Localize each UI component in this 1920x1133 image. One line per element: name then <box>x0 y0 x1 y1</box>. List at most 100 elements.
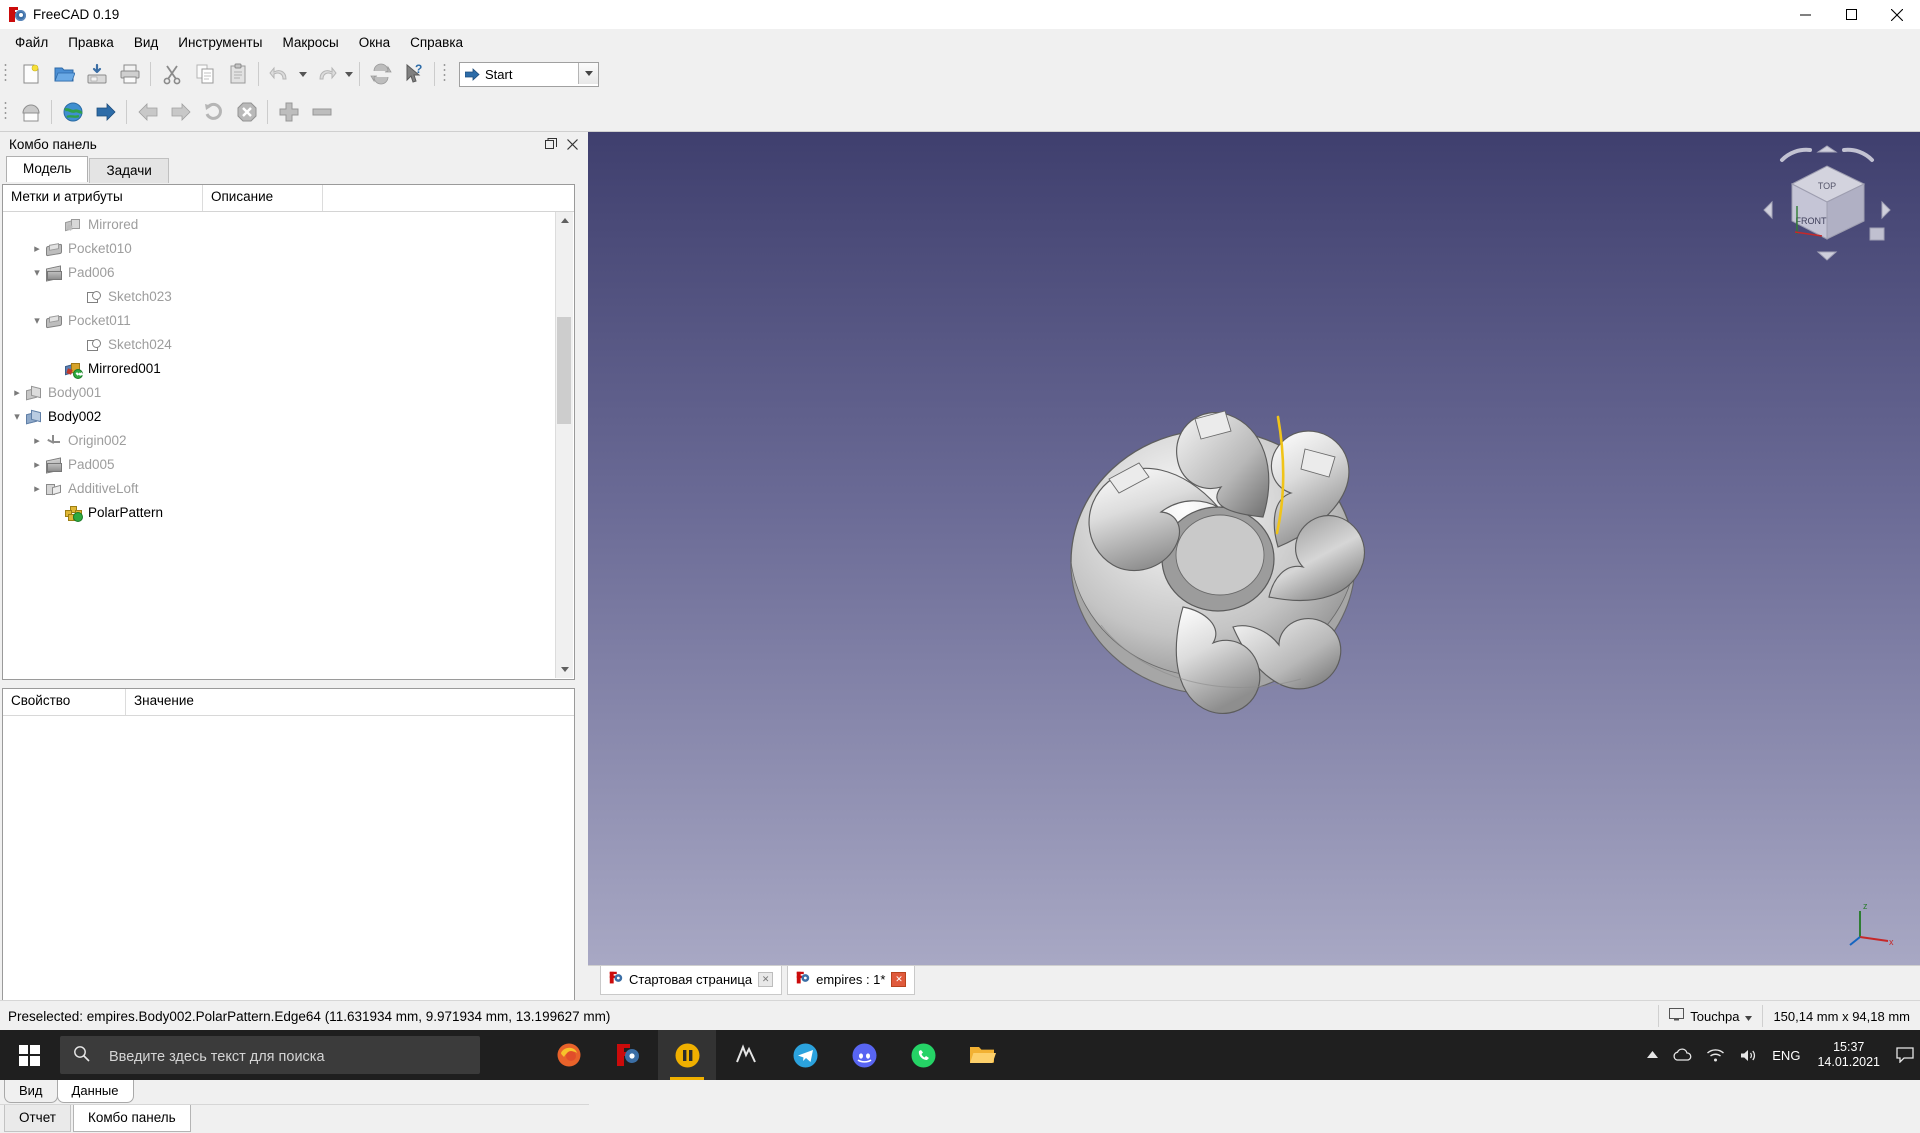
zoom-out-button[interactable] <box>305 96 338 129</box>
doc-tab-empires[interactable]: empires : 1* ✕ <box>787 966 916 995</box>
close-icon[interactable] <box>566 138 579 151</box>
tree-scrollbar[interactable] <box>555 212 573 678</box>
tab-view[interactable]: Вид <box>4 1080 58 1103</box>
telegram-taskbar-icon[interactable] <box>776 1030 834 1080</box>
navigation-cube[interactable]: TOP FRONT <box>1752 144 1902 274</box>
restore-window-icon[interactable] <box>544 138 557 151</box>
redo-button[interactable] <box>309 58 342 91</box>
tree-item-pocket011[interactable]: ▾ Pocket011 <box>3 308 574 332</box>
open-document-button[interactable] <box>47 58 80 91</box>
menu-windows[interactable]: Окна <box>349 32 400 53</box>
chevron-right-icon[interactable]: ▸ <box>29 428 45 452</box>
start-workbench-button[interactable] <box>14 96 47 129</box>
tree-expander-placeholder <box>49 356 65 380</box>
close-icon[interactable]: ✕ <box>891 972 907 987</box>
reload-button[interactable] <box>197 96 230 129</box>
firefox-taskbar-icon[interactable] <box>540 1030 598 1080</box>
property-column-name: Свойство <box>3 689 126 715</box>
wifi-icon[interactable] <box>1699 1048 1732 1063</box>
paste-button[interactable] <box>221 58 254 91</box>
close-icon[interactable]: ✕ <box>758 972 774 987</box>
scrollbar-thumb[interactable] <box>557 317 571 424</box>
tab-tasks[interactable]: Задачи <box>89 158 169 183</box>
discord-taskbar-icon[interactable] <box>835 1030 893 1080</box>
language-indicator[interactable]: ENG <box>1765 1048 1807 1063</box>
back-button[interactable] <box>131 96 164 129</box>
menu-file[interactable]: Файл <box>5 32 58 53</box>
workbench-toolbar-grip[interactable] <box>443 63 450 85</box>
chevron-down-icon[interactable]: ▾ <box>9 404 25 428</box>
freecad-taskbar-icon[interactable] <box>599 1030 657 1080</box>
speaker-icon[interactable] <box>1732 1048 1765 1063</box>
web-browser-button[interactable] <box>56 96 89 129</box>
new-document-button[interactable] <box>14 58 47 91</box>
toolbar-grip[interactable] <box>4 101 11 123</box>
tree-item-sketch023[interactable]: Sketch023 <box>3 284 574 308</box>
menu-tools[interactable]: Инструменты <box>168 32 272 53</box>
tree-item-body002[interactable]: ▾ Body002 <box>3 404 574 428</box>
tree-item-label: Mirrored001 <box>88 360 161 376</box>
chevron-right-icon[interactable]: ▸ <box>29 452 45 476</box>
taskbar-search-input[interactable]: Введите здесь текст для поиска <box>60 1036 480 1074</box>
scroll-up-arrow[interactable] <box>556 212 573 229</box>
workbench-selector[interactable]: Start <box>459 61 599 87</box>
undo-dropdown-arrow[interactable] <box>296 59 309 90</box>
cut-button[interactable] <box>155 58 188 91</box>
doc-tab-start-page[interactable]: Стартовая страница ✕ <box>600 966 783 995</box>
tree-item-pad005[interactable]: ▸ Pad005 <box>3 452 574 476</box>
menu-help[interactable]: Справка <box>400 32 473 53</box>
media-taskbar-icon[interactable] <box>658 1030 716 1080</box>
minimize-button[interactable] <box>1782 0 1828 29</box>
model-tree[interactable]: Метки и атрибуты Описание Mirrored ▸ Pocke… <box>2 184 575 680</box>
chevron-down-icon[interactable] <box>1745 1009 1753 1024</box>
chevron-right-icon[interactable]: ▸ <box>9 380 25 404</box>
windows-start-icon[interactable] <box>0 1030 58 1080</box>
whatsapp-taskbar-icon[interactable] <box>894 1030 952 1080</box>
chevron-up-icon[interactable] <box>1640 1051 1665 1059</box>
zoom-in-button[interactable] <box>272 96 305 129</box>
whats-this-button[interactable]: ? <box>397 58 430 91</box>
scroll-down-arrow[interactable] <box>556 661 573 678</box>
copy-button[interactable] <box>188 58 221 91</box>
tab-model[interactable]: Модель <box>6 156 89 182</box>
menu-edit[interactable]: Правка <box>58 32 124 53</box>
chevron-down-icon[interactable]: ▾ <box>29 308 45 332</box>
save-document-button[interactable] <box>80 58 113 91</box>
tab-data[interactable]: Данные <box>56 1080 134 1103</box>
tree-item-sketch024[interactable]: Sketch024 <box>3 332 574 356</box>
tree-item-pad006[interactable]: ▾ Pad006 <box>3 260 574 284</box>
file-explorer-taskbar-icon[interactable] <box>953 1030 1011 1080</box>
toolbar-grip[interactable] <box>4 63 11 85</box>
tree-item-pocket010[interactable]: ▸ Pocket010 <box>3 236 574 260</box>
cloud-icon[interactable] <box>1665 1047 1699 1063</box>
speech-bubble-icon[interactable] <box>1890 1030 1920 1080</box>
stop-loading-button[interactable] <box>230 96 263 129</box>
menu-macros[interactable]: Макросы <box>272 32 348 53</box>
close-button[interactable] <box>1874 0 1920 29</box>
mixer-taskbar-icon[interactable] <box>717 1030 775 1080</box>
navigation-style-selector[interactable]: Touchpa <box>1658 1005 1762 1027</box>
refresh-button[interactable] <box>364 58 397 91</box>
chevron-down-icon[interactable]: ▾ <box>29 260 45 284</box>
tab-combo-panel[interactable]: Комбо панель <box>72 1105 191 1132</box>
forward-button[interactable] <box>164 96 197 129</box>
navigate-button[interactable] <box>89 96 122 129</box>
tree-item-mirrored[interactable]: Mirrored <box>3 212 574 236</box>
tab-report[interactable]: Отчет <box>4 1105 71 1132</box>
tree-item-origin002[interactable]: ▸ Origin002 <box>3 428 574 452</box>
taskbar-clock[interactable]: 15:37 14.01.2021 <box>1807 1040 1890 1070</box>
chevron-down-icon[interactable] <box>578 62 598 84</box>
undo-button[interactable] <box>263 58 296 91</box>
chevron-right-icon[interactable]: ▸ <box>29 476 45 500</box>
3d-model-impeller[interactable] <box>588 132 1920 965</box>
redo-dropdown-arrow[interactable] <box>342 59 355 90</box>
3d-viewport[interactable]: TOP FRONT z x <box>588 132 1920 965</box>
tree-item-additiveloft[interactable]: ▸ AdditiveLoft <box>3 476 574 500</box>
print-button[interactable] <box>113 58 146 91</box>
menu-view[interactable]: Вид <box>124 32 168 53</box>
tree-item-mirrored001[interactable]: Mirrored001 <box>3 356 574 380</box>
tree-item-polarpattern[interactable]: PolarPattern <box>3 500 574 524</box>
chevron-right-icon[interactable]: ▸ <box>29 236 45 260</box>
maximize-button[interactable] <box>1828 0 1874 29</box>
tree-item-body001[interactable]: ▸ Body001 <box>3 380 574 404</box>
